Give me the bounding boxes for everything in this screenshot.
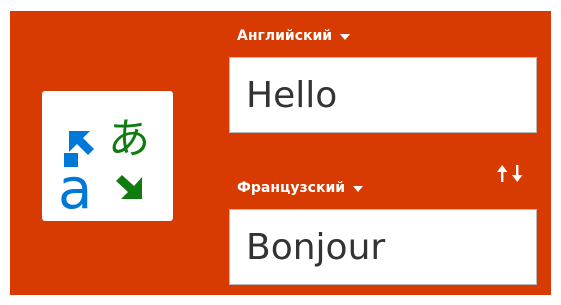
source-language-label: Английский (237, 28, 333, 44)
translator-logo: a あ (42, 91, 173, 221)
chevron-down-icon (340, 34, 351, 40)
source-text-field[interactable]: Hello (229, 57, 537, 133)
swap-languages-button[interactable] (492, 161, 532, 191)
target-text: Bonjour (246, 226, 386, 268)
translator-logo-icon: a あ (58, 114, 150, 221)
logo-japanese-glyph: あ (108, 114, 150, 163)
translator-panel: a あ Английский Hello Французский Bonjour (10, 11, 551, 295)
target-language-select[interactable]: Французский (237, 180, 364, 196)
swap-arrows-icon (497, 165, 523, 182)
logo-latin-glyph: a (58, 157, 92, 221)
source-text: Hello (246, 74, 338, 116)
chevron-down-icon (353, 186, 364, 192)
target-language-label: Французский (237, 180, 346, 196)
logo-green-arrow (116, 175, 142, 199)
source-language-select[interactable]: Английский (237, 28, 351, 44)
logo-blue-arrow (69, 131, 94, 155)
target-text-field[interactable]: Bonjour (229, 209, 537, 285)
